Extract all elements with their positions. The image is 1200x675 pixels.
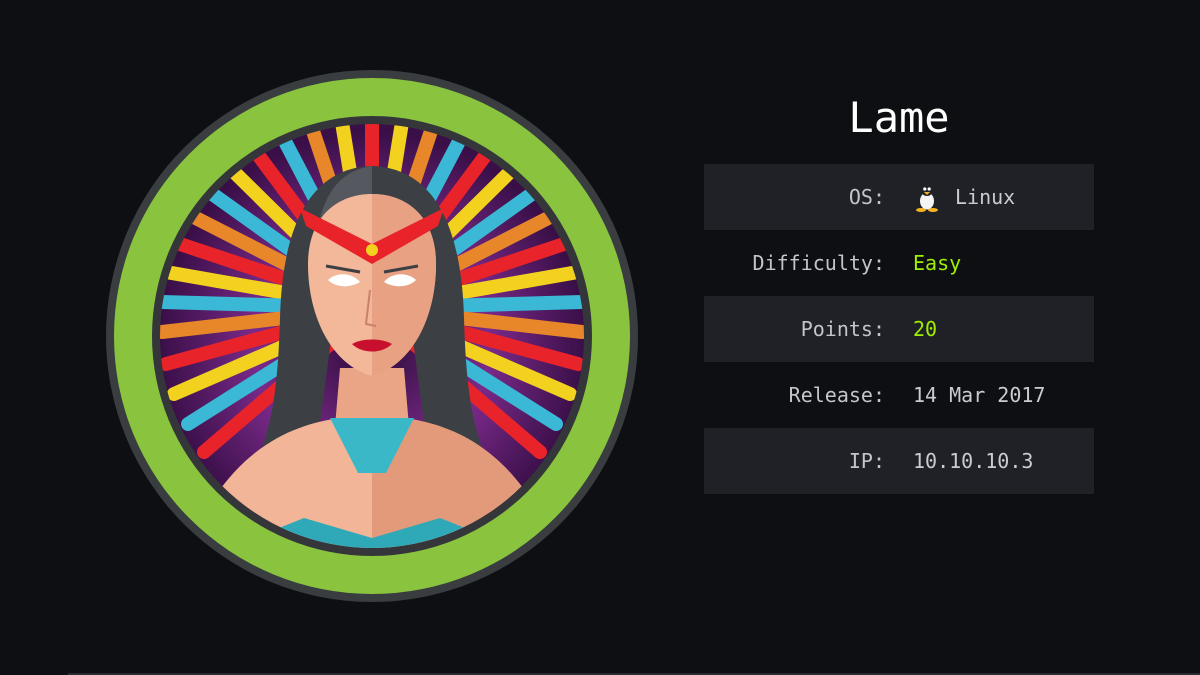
os-value-wrap: Linux — [913, 182, 1015, 212]
os-row: OS: Linux — [704, 164, 1094, 230]
machine-info-table: OS: Linux Difficulty: Easy Points: 20 Re… — [704, 164, 1094, 494]
os-label: OS: — [848, 185, 885, 209]
release-label: Release: — [788, 383, 885, 407]
release-row: Release: 14 Mar 2017 — [704, 362, 1094, 428]
difficulty-label: Difficulty: — [752, 251, 885, 275]
difficulty-value: Easy — [913, 251, 962, 275]
ip-row: IP: 10.10.10.3 — [704, 428, 1094, 494]
points-label: Points: — [800, 317, 885, 341]
difficulty-row: Difficulty: Easy — [704, 230, 1094, 296]
points-value: 20 — [913, 317, 938, 341]
points-row: Points: 20 — [704, 296, 1094, 362]
ip-label: IP: — [848, 449, 885, 473]
machine-name: Lame — [848, 93, 950, 142]
machine-avatar-illustration — [106, 70, 638, 602]
os-value: Linux — [955, 185, 1016, 209]
release-value: 14 Mar 2017 — [913, 383, 1046, 407]
machine-avatar — [104, 68, 640, 604]
ip-value: 10.10.10.3 — [913, 449, 1034, 473]
linux-penguin-icon — [913, 182, 941, 212]
